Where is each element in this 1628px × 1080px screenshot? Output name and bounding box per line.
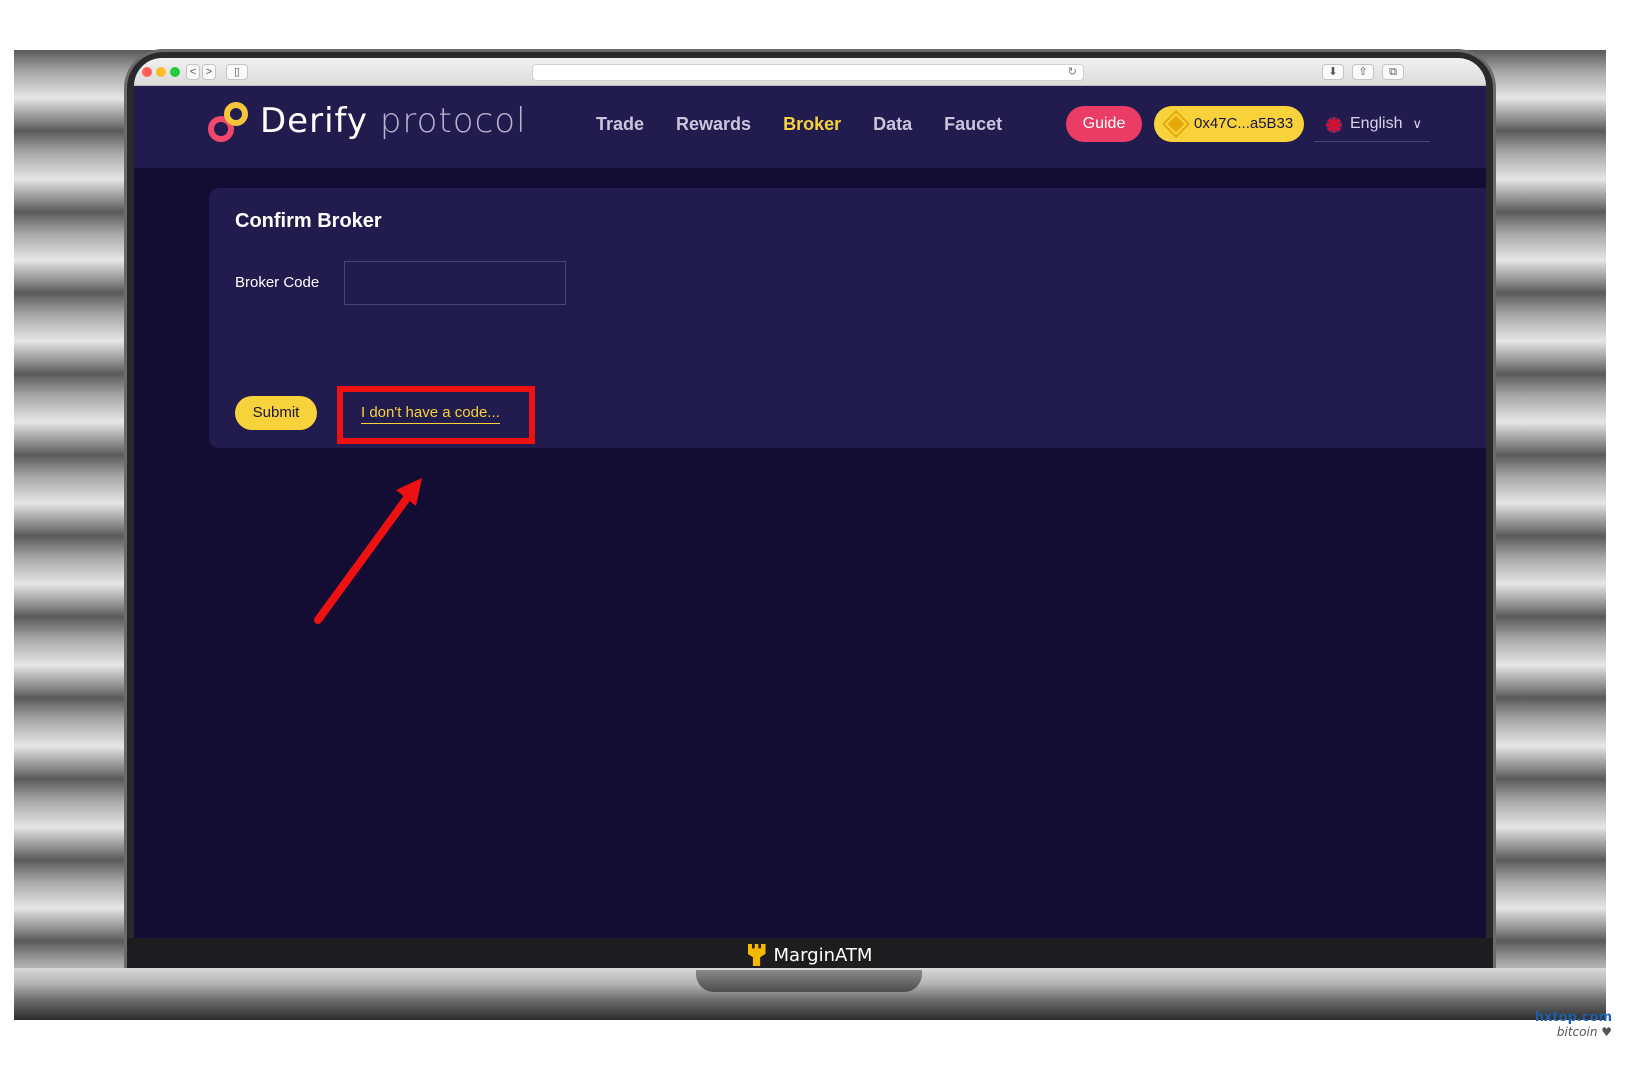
marginatm-logo-icon xyxy=(747,944,766,966)
laptop-brand: MarginATM xyxy=(747,944,873,966)
laptop-brand-text: MarginATM xyxy=(773,944,873,966)
screenshot-stage: < > ▯ ↻ ⬇ ⇧ ⧉ Derify protocol Trade Rewa… xyxy=(0,0,1628,1080)
watermark-line1: hxtop.com xyxy=(1534,1010,1612,1025)
watermark-line2: bitcoin ♥ xyxy=(1556,1025,1612,1039)
annotation-arrow-shaft xyxy=(314,490,414,624)
laptop-screen: < > ▯ ↻ ⬇ ⇧ ⧉ Derify protocol Trade Rewa… xyxy=(134,58,1486,938)
laptop-base-notch xyxy=(696,970,922,992)
watermark: hxtop.com bitcoin ♥ xyxy=(1535,1010,1612,1039)
annotation-arrow xyxy=(314,478,422,624)
laptop-chin: MarginATM xyxy=(127,938,1493,972)
